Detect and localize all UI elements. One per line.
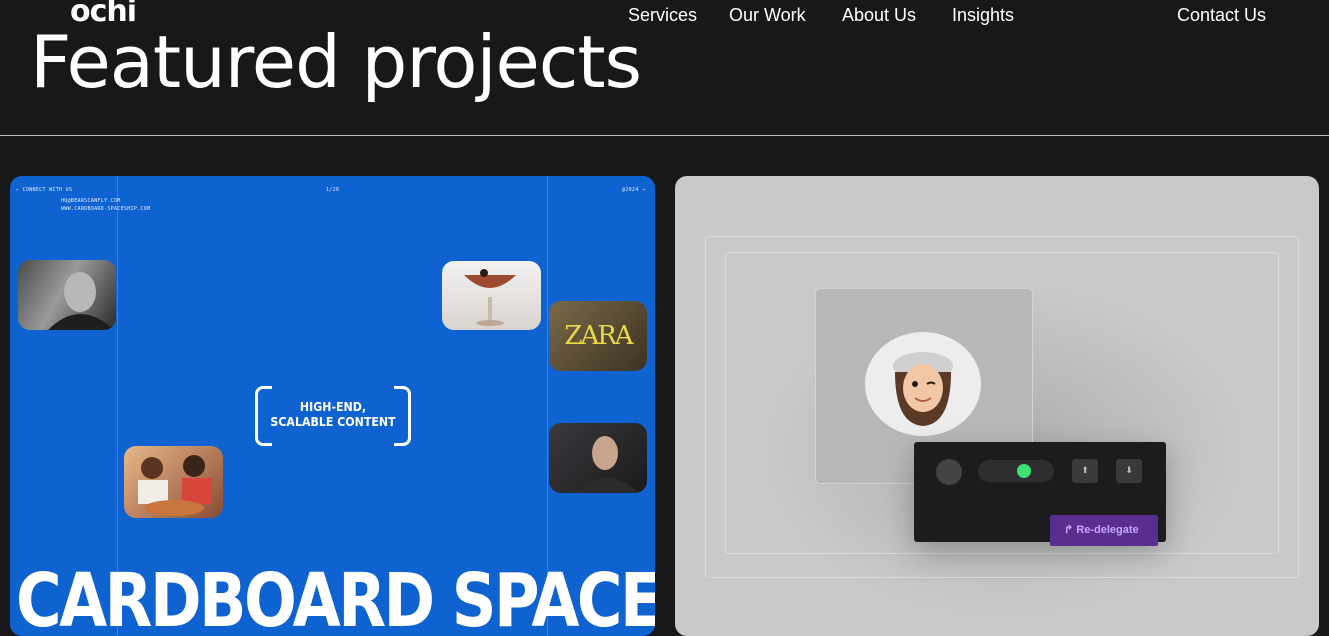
zara-logo: ZARA <box>564 321 633 351</box>
tagline-text: HIGH-END, SCALABLE CONTENT <box>264 399 401 429</box>
page-title: Featured projects <box>30 20 642 104</box>
cocktail-thumbnail <box>442 261 541 330</box>
project-card-cardboard-spaceship[interactable]: ← CONNECT WITH US 1/20 @2024 → HQ@BEARSC… <box>10 176 655 636</box>
nav-insights[interactable]: Insights <box>952 5 1014 26</box>
portrait-man-thumbnail <box>18 260 116 330</box>
stake-up-icon[interactable]: ⬆ <box>1072 459 1098 483</box>
section-divider <box>0 135 1329 136</box>
year-label: @2024 → <box>622 187 646 193</box>
email-text: HQ@BEARSCANFLY.COM <box>61 198 121 204</box>
toggle-knob <box>1017 464 1031 478</box>
zara-thumbnail: ZARA <box>549 301 647 371</box>
website-text: WWW.CARDBOARD-SPACESHIP.COM <box>61 206 151 212</box>
re-delegate-label: Re-delegate <box>1076 524 1139 536</box>
nav-our-work[interactable]: Our Work <box>729 5 806 26</box>
avatar-placeholder <box>936 459 962 485</box>
friends-dining-thumbnail <box>124 446 223 518</box>
tagline-line-1: HIGH-END, <box>299 399 367 414</box>
project-card-delegate[interactable]: ⬆ ⬇ ↱ Re-delegate <box>675 176 1319 636</box>
delegate-panel: ⬆ ⬇ ↱ Re-delegate <box>914 442 1166 546</box>
connect-label: ← CONNECT WITH US <box>16 187 73 193</box>
nav-about-us[interactable]: About Us <box>842 5 916 26</box>
tagline-badge: HIGH-END, SCALABLE CONTENT <box>255 386 411 446</box>
nav-contact-us[interactable]: Contact Us <box>1177 5 1266 26</box>
status-toggle[interactable] <box>978 460 1054 482</box>
tagline-line-2: SCALABLE CONTENT <box>270 414 396 429</box>
redo-arrow-icon: ↱ <box>1064 524 1074 536</box>
stake-down-icon[interactable]: ⬇ <box>1116 459 1142 483</box>
brand-wordmark: CARDBOARD SPACESHIP <box>16 558 655 636</box>
trademark-symbol: TM <box>636 571 653 582</box>
re-delegate-button[interactable]: ↱ Re-delegate <box>1050 515 1158 546</box>
portrait-older-man-thumbnail <box>549 423 647 493</box>
slide-counter: 1/20 <box>326 187 340 193</box>
memoji-avatar <box>865 332 981 436</box>
